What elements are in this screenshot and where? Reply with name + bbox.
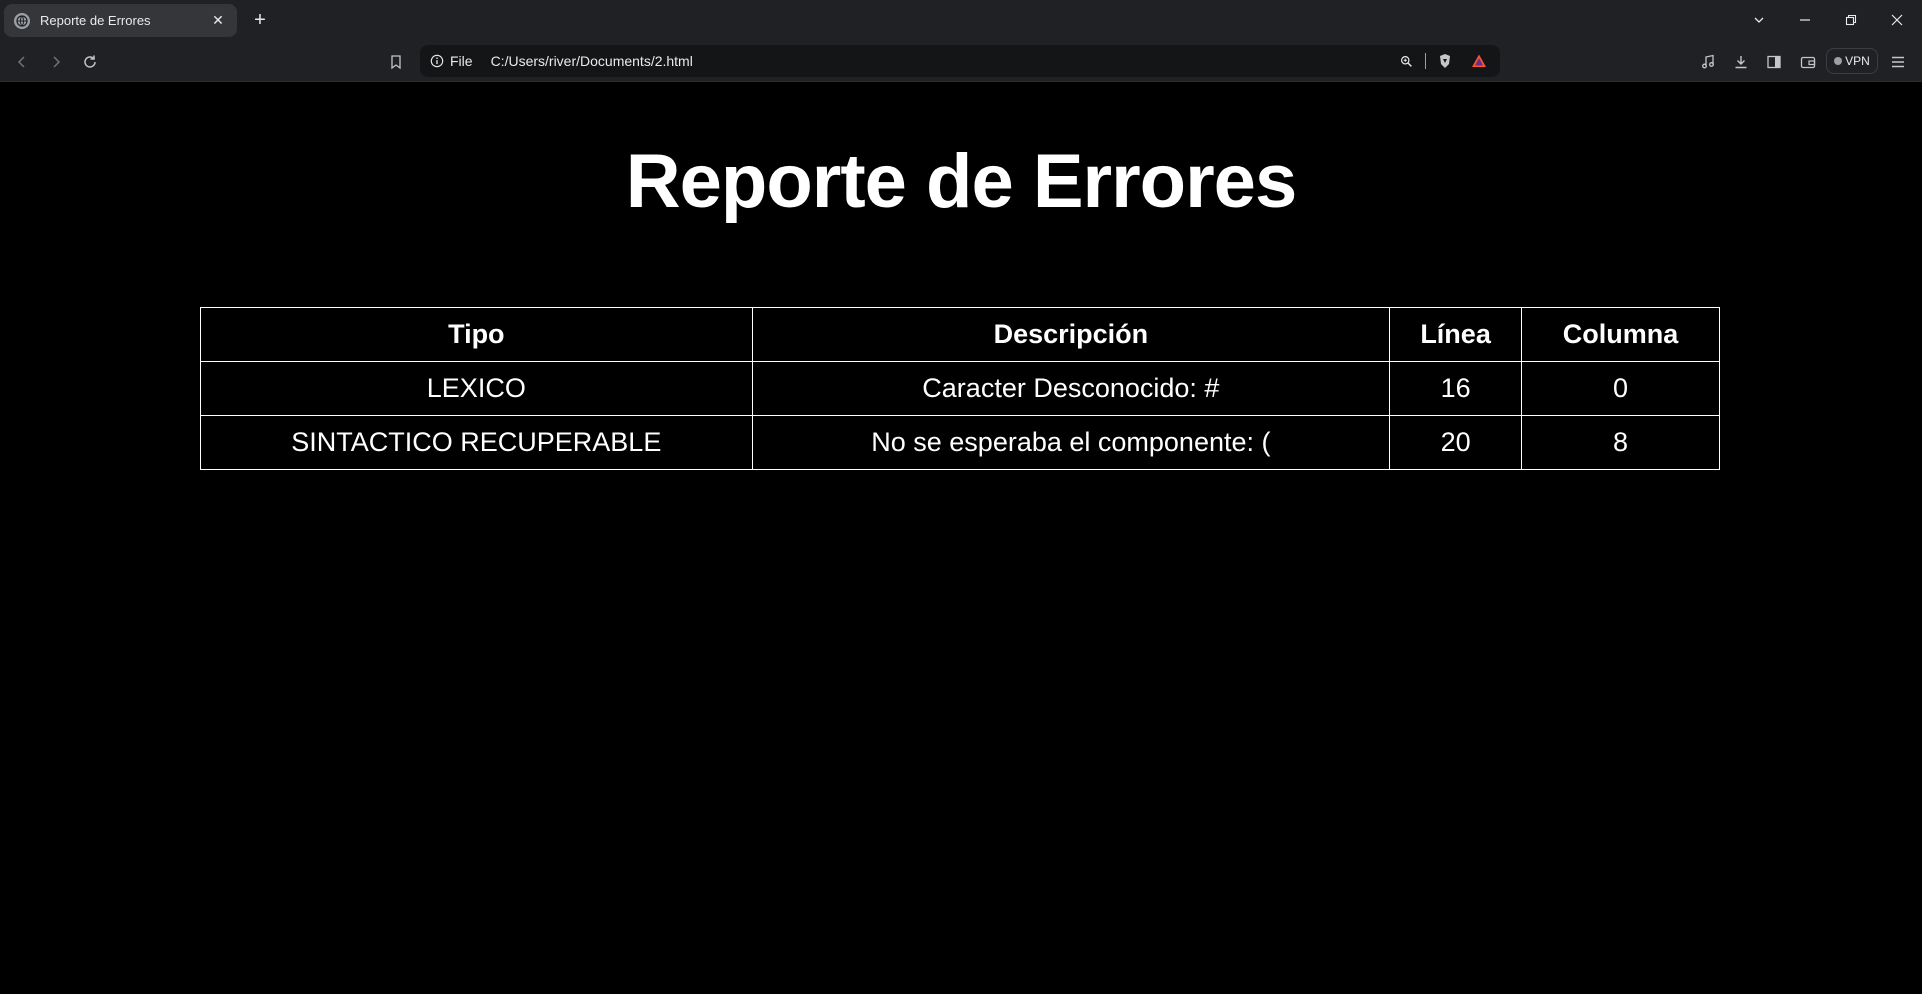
vpn-button[interactable]: VPN: [1826, 48, 1878, 74]
table-header-row: Tipo Descripción Línea Columna: [200, 307, 1720, 362]
close-window-icon[interactable]: [1874, 0, 1920, 40]
tab-title: Reporte de Errores: [40, 13, 151, 28]
table-row: SINTACTICO RECUPERABLE No se esperaba el…: [200, 415, 1720, 470]
table-row: LEXICO Caracter Desconocido: # 16 0: [200, 361, 1720, 416]
cell-descripcion: Caracter Desconocido: #: [751, 361, 1391, 416]
cell-columna: 8: [1521, 415, 1720, 470]
browser-tab[interactable]: Reporte de Errores ✕: [4, 4, 237, 37]
cell-tipo: LEXICO: [200, 361, 753, 416]
menu-icon[interactable]: [1884, 48, 1912, 76]
address-url[interactable]: C:/Users/river/Documents/2.html: [491, 53, 693, 69]
browser-toolbar: File C:/Users/river/Documents/2.html VPN: [0, 40, 1922, 82]
downloads-icon[interactable]: [1727, 48, 1755, 76]
page-title: Reporte de Errores: [625, 139, 1297, 224]
tab-strip: Reporte de Errores ✕ +: [0, 0, 1922, 40]
back-icon[interactable]: [8, 48, 36, 76]
forward-icon[interactable]: [42, 48, 70, 76]
address-bar[interactable]: File C:/Users/river/Documents/2.html: [420, 45, 1500, 77]
header-tipo: Tipo: [200, 307, 753, 362]
vpn-status-icon: [1834, 57, 1843, 65]
address-bar-actions: [1395, 45, 1490, 77]
restore-icon[interactable]: [1828, 0, 1874, 40]
new-tab-icon[interactable]: +: [248, 8, 272, 32]
cell-columna: 0: [1521, 361, 1720, 416]
error-table: Tipo Descripción Línea Columna LEXICO Ca…: [200, 307, 1720, 470]
brave-rewards-icon[interactable]: [1468, 50, 1490, 72]
address-scheme: File: [450, 53, 473, 69]
header-columna: Columna: [1521, 307, 1720, 362]
info-icon[interactable]: [429, 53, 445, 69]
cell-tipo: SINTACTICO RECUPERABLE: [200, 415, 753, 470]
close-tab-icon[interactable]: ✕: [209, 12, 227, 30]
bookmark-icon[interactable]: [382, 48, 410, 76]
reload-icon[interactable]: [76, 48, 104, 76]
wallet-icon[interactable]: [1794, 48, 1822, 76]
vpn-label: VPN: [1845, 54, 1870, 68]
header-linea: Línea: [1389, 307, 1523, 362]
tab-search-icon[interactable]: [1736, 0, 1782, 40]
cell-linea: 20: [1389, 415, 1523, 470]
header-descripcion: Descripción: [751, 307, 1391, 362]
globe-icon: [14, 12, 30, 29]
zoom-icon[interactable]: [1395, 50, 1417, 72]
cell-descripcion: No se esperaba el componente: (: [751, 415, 1391, 470]
divider: [1425, 53, 1426, 69]
cell-linea: 16: [1389, 361, 1523, 416]
media-icon[interactable]: [1694, 48, 1722, 76]
minimize-icon[interactable]: [1782, 0, 1828, 40]
sidebar-icon[interactable]: [1760, 48, 1788, 76]
brave-shields-icon[interactable]: [1434, 50, 1456, 72]
